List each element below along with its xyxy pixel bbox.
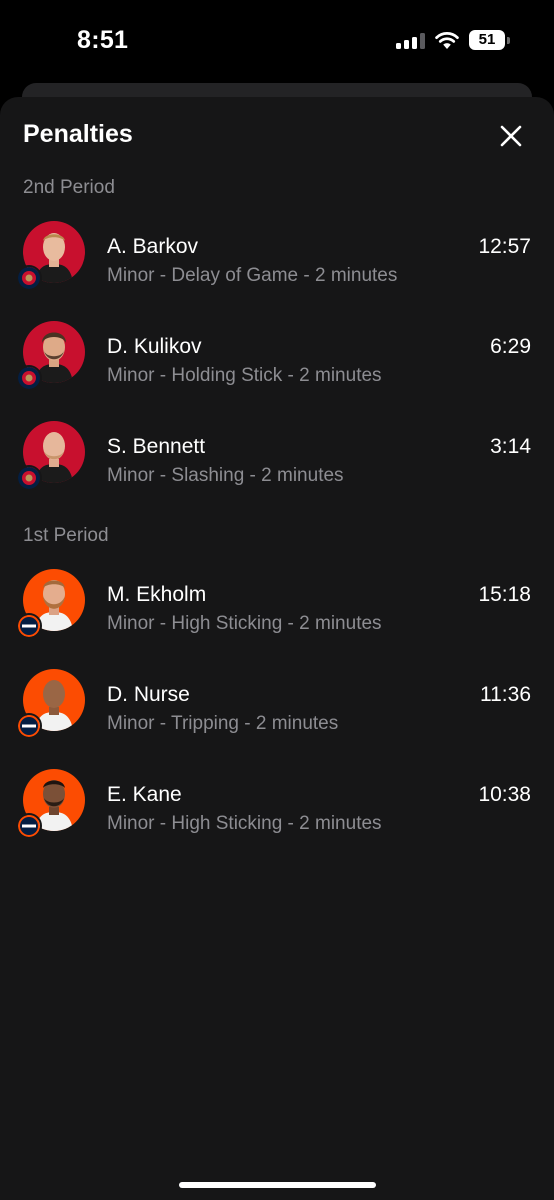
sheet-title: Penalties [23,120,133,148]
penalty-row[interactable]: D. Nurse Minor - Tripping - 2 minutes 11… [0,669,554,769]
penalties-sheet: Penalties 2nd Period A. Barkov Minor - D… [0,97,554,1200]
penalty-time: 12:57 [478,235,531,258]
panthers-logo-icon [16,265,42,291]
penalty-description: Minor - Delay of Game - 2 minutes [107,265,398,286]
penalty-description: Minor - Tripping - 2 minutes [107,713,339,734]
panthers-logo-icon [16,365,42,391]
oilers-logo-icon [16,713,42,739]
penalty-description: Minor - Holding Stick - 2 minutes [107,365,382,386]
cellular-signal-icon [396,33,426,49]
penalty-time: 15:18 [478,583,531,606]
penalty-row[interactable]: E. Kane Minor - High Sticking - 2 minute… [0,769,554,869]
status-bar: 8:51 51 [0,0,554,84]
status-time: 8:51 [77,26,129,54]
player-name: D. Nurse [107,683,190,706]
penalty-time: 11:36 [480,683,531,706]
penalty-row[interactable]: A. Barkov Minor - Delay of Game - 2 minu… [0,221,554,321]
penalty-row[interactable]: D. Kulikov Minor - Holding Stick - 2 min… [0,321,554,421]
penalty-description: Minor - High Sticking - 2 minutes [107,813,382,834]
period-header-2nd: 2nd Period [23,177,115,198]
penalty-row[interactable]: M. Ekholm Minor - High Sticking - 2 minu… [0,569,554,669]
battery-cap [507,37,510,44]
home-indicator[interactable] [179,1182,376,1188]
period-header-1st: 1st Period [23,525,109,546]
oilers-logo-icon [16,613,42,639]
penalty-time: 6:29 [490,335,531,358]
penalty-time: 10:38 [478,783,531,806]
panthers-logo-icon [16,465,42,491]
player-name: S. Bennett [107,435,206,458]
player-name: D. Kulikov [107,335,202,358]
penalty-description: Minor - High Sticking - 2 minutes [107,613,382,634]
wifi-icon [435,32,459,49]
player-name: M. Ekholm [107,583,207,606]
player-name: E. Kane [107,783,182,806]
player-name: A. Barkov [107,235,199,258]
close-icon[interactable] [496,121,526,151]
penalty-row[interactable]: S. Bennett Minor - Slashing - 2 minutes … [0,421,554,521]
penalty-description: Minor - Slashing - 2 minutes [107,465,344,486]
penalty-time: 3:14 [490,435,531,458]
battery-icon: 51 [469,30,505,50]
oilers-logo-icon [16,813,42,839]
